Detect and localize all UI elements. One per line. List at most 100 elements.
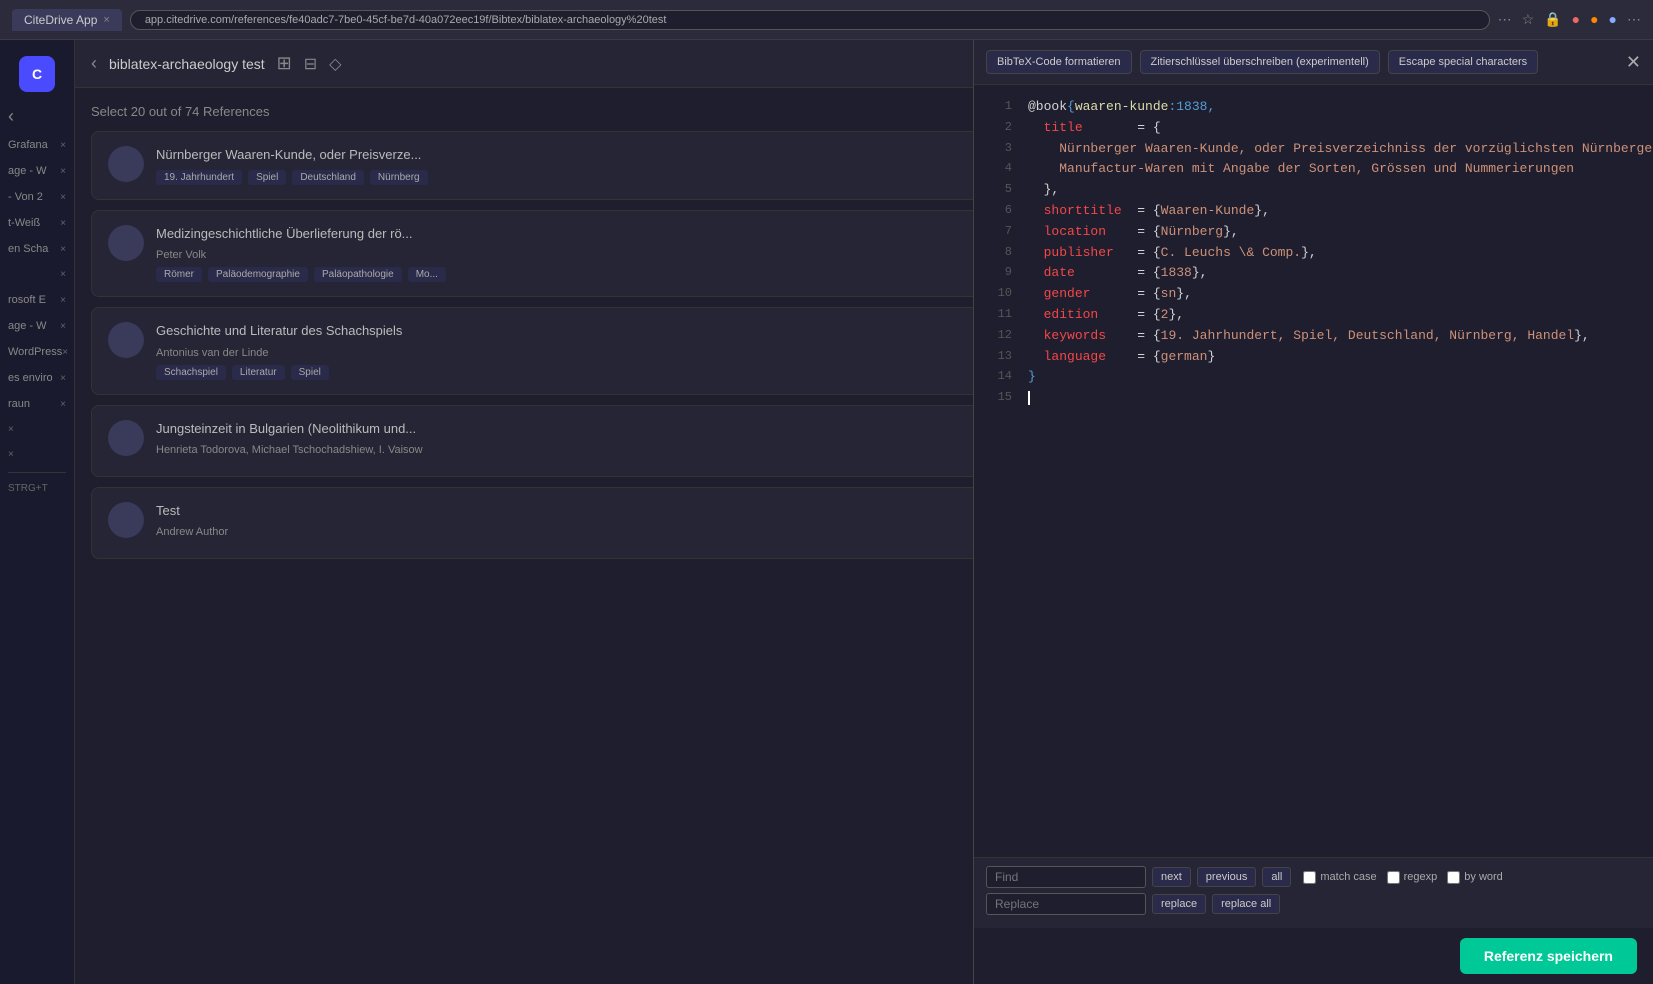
tab-close-icon[interactable]: × — [103, 14, 109, 26]
extensions-icon[interactable]: ⋯ — [1498, 11, 1512, 28]
avatar-3 — [108, 420, 144, 456]
bibtex-toolbar: BibTeX-Code formatieren Zitierschlüssel … — [974, 40, 1653, 85]
code-line-9: 9 date = {1838}, — [974, 263, 1653, 284]
close-icon[interactable]: × — [60, 244, 66, 255]
sidebar-item-von2[interactable]: - Von 2 × — [0, 185, 74, 209]
line-number: 6 — [982, 201, 1012, 222]
close-icon[interactable]: × — [60, 321, 66, 332]
sidebar-item-grafana[interactable]: Grafana × — [0, 133, 74, 157]
regexp-checkbox[interactable] — [1387, 871, 1400, 884]
bookmark-icon[interactable]: ◇ — [329, 54, 341, 74]
override-citation-button[interactable]: Zitierschlüssel überschreiben (experimen… — [1140, 50, 1380, 74]
avatar-2 — [108, 322, 144, 358]
app-container: C ‹ Grafana × age - W × - Von 2 × t-Weiß… — [0, 40, 1653, 984]
ref-tag: Spiel — [291, 365, 329, 380]
find-next-button[interactable]: next — [1152, 867, 1191, 887]
code-editor[interactable]: 1 @book{waaren-kunde:1838, 2 title = { 3… — [974, 85, 1653, 857]
ref-tag: Paläodemographie — [208, 267, 308, 282]
regexp-label[interactable]: regexp — [1387, 871, 1438, 884]
sidebar-item-microsoft[interactable]: rosoft E × — [0, 288, 74, 312]
code-text: } — [1028, 367, 1036, 388]
sidebar-item-age-w[interactable]: age - W × — [0, 159, 74, 183]
match-case-checkbox[interactable] — [1303, 871, 1316, 884]
match-case-text: match case — [1320, 871, 1376, 883]
sidebar-item-empty2[interactable]: × — [0, 418, 74, 441]
sidebar-item-enviro[interactable]: es enviro × — [0, 366, 74, 390]
code-text: publisher = {C. Leuchs \& Comp.}, — [1028, 243, 1317, 264]
sidebar-divider — [8, 472, 66, 473]
browser-tab[interactable]: CiteDrive App × — [12, 9, 122, 31]
by-word-checkbox[interactable] — [1447, 871, 1460, 884]
replace-all-button[interactable]: replace all — [1212, 894, 1280, 914]
addon3-icon[interactable]: ● — [1609, 11, 1617, 28]
close-icon[interactable]: × — [60, 218, 66, 229]
sidebar-item-scha[interactable]: en Scha × — [0, 237, 74, 261]
ref-tag: Mo... — [408, 267, 446, 282]
replace-input[interactable] — [986, 893, 1146, 915]
replace-row: replace replace all — [986, 893, 1641, 915]
sidebar-item-age-w2[interactable]: age - W × — [0, 314, 74, 338]
code-line-5: 5 }, — [974, 180, 1653, 201]
app-logo[interactable]: C — [19, 56, 55, 92]
sidebar-item-raun[interactable]: raun × — [0, 392, 74, 416]
sidebar-item-wordpress[interactable]: WordPress × — [0, 340, 74, 364]
line-number: 4 — [982, 159, 1012, 180]
nav-back-button[interactable]: ‹ — [91, 53, 97, 74]
sidebar-item-label: - Von 2 — [8, 191, 43, 203]
close-icon[interactable]: × — [60, 140, 66, 151]
addon2-icon[interactable]: ● — [1590, 11, 1598, 28]
code-text — [1028, 388, 1030, 409]
close-icon[interactable]: × — [60, 269, 66, 280]
close-icon[interactable]: × — [62, 347, 68, 358]
line-number: 5 — [982, 180, 1012, 201]
find-row: next previous all match case regexp by w… — [986, 866, 1641, 888]
ref-tag: Schachspiel — [156, 365, 226, 380]
by-word-text: by word — [1464, 871, 1503, 883]
code-line-10: 10 gender = {sn}, — [974, 284, 1653, 305]
close-icon[interactable]: × — [8, 449, 14, 460]
sidebar-item-label: age - W — [8, 320, 47, 332]
line-number: 8 — [982, 243, 1012, 264]
browser-icons: ⋯ ☆ 🔒 ● ● ● ⋯ — [1498, 11, 1641, 28]
app-title: biblatex-archaeology test — [109, 56, 265, 72]
sidebar-item-label: es enviro — [8, 372, 53, 384]
ref-tag: 19. Jahrhundert — [156, 170, 242, 185]
code-line-2: 2 title = { — [974, 118, 1653, 139]
close-icon[interactable]: × — [60, 373, 66, 384]
find-all-button[interactable]: all — [1262, 867, 1291, 887]
escape-chars-button[interactable]: Escape special characters — [1388, 50, 1538, 74]
close-icon[interactable]: × — [60, 166, 66, 177]
ref-tag: Nürnberg — [370, 170, 428, 185]
code-text: date = {1838}, — [1028, 263, 1207, 284]
find-previous-button[interactable]: previous — [1197, 867, 1257, 887]
find-input[interactable] — [986, 866, 1146, 888]
sidebar-item-empty3[interactable]: × — [0, 443, 74, 466]
code-text: title = { — [1028, 118, 1161, 139]
address-bar[interactable]: app.citedrive.com/references/fe40adc7-7b… — [130, 10, 1490, 30]
code-line-3: 3 Nürnberger Waaren-Kunde, oder Preisver… — [974, 139, 1653, 160]
close-panel-button[interactable]: ✕ — [1626, 52, 1641, 73]
match-case-label[interactable]: match case — [1303, 871, 1376, 884]
shield-icon[interactable]: 🔒 — [1544, 11, 1561, 28]
close-icon[interactable]: × — [60, 192, 66, 203]
add-icon[interactable]: ⊞ — [277, 53, 292, 74]
addon1-icon[interactable]: ● — [1572, 11, 1580, 28]
replace-button[interactable]: replace — [1152, 894, 1206, 914]
sidebar-item-empty1[interactable]: × — [0, 263, 74, 286]
close-icon[interactable]: × — [8, 424, 14, 435]
sidebar-item-label: rosoft E — [8, 294, 46, 306]
line-number: 11 — [982, 305, 1012, 326]
format-bibtex-button[interactable]: BibTeX-Code formatieren — [986, 50, 1132, 74]
share-icon[interactable]: ☆ — [1522, 11, 1535, 28]
save-reference-button[interactable]: Referenz speichern — [1460, 938, 1637, 974]
more-icon[interactable]: ⋯ — [1627, 11, 1641, 28]
close-icon[interactable]: × — [60, 399, 66, 410]
close-icon[interactable]: × — [60, 295, 66, 306]
browser-chrome: CiteDrive App × app.citedrive.com/refere… — [0, 0, 1653, 40]
sidebar-item-weiss[interactable]: t-Weiß × — [0, 211, 74, 235]
ref-tag: Deutschland — [292, 170, 364, 185]
grid-icon[interactable]: ⊟ — [304, 54, 317, 74]
code-text: shorttitle = {Waaren-Kunde}, — [1028, 201, 1270, 222]
back-button[interactable]: ‹ — [0, 102, 74, 131]
by-word-label[interactable]: by word — [1447, 871, 1503, 884]
